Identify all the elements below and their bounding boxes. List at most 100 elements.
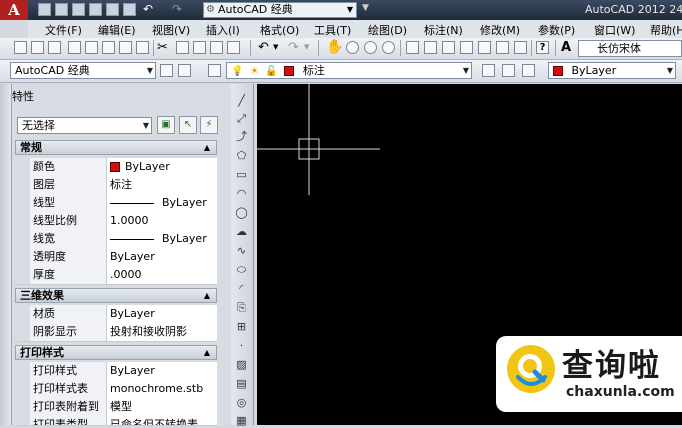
chevron-down-icon[interactable]: ▼: [304, 43, 309, 51]
text-style-combo[interactable]: 长仿宋体: [578, 40, 682, 57]
layer-previous-icon[interactable]: [502, 64, 515, 77]
redo-icon[interactable]: ↷: [172, 2, 182, 16]
pan-icon[interactable]: ✋: [326, 39, 343, 55]
make-current-layer-icon[interactable]: [482, 64, 495, 77]
property-row-plot-style[interactable]: 打印样式 ByLayer: [15, 362, 217, 381]
revision-cloud-icon[interactable]: ☁: [235, 225, 248, 238]
select-objects-icon[interactable]: ↖: [179, 116, 197, 134]
open-file-icon[interactable]: [55, 3, 68, 16]
menu-modify[interactable]: 修改(M): [480, 22, 520, 38]
paste-icon[interactable]: [193, 41, 206, 54]
menu-draw[interactable]: 绘图(D): [368, 22, 407, 38]
workspace-settings-icon[interactable]: [160, 64, 173, 77]
undo-icon[interactable]: ↶: [143, 2, 153, 16]
workspace-save-icon[interactable]: [178, 64, 191, 77]
open-icon[interactable]: [31, 41, 44, 54]
selection-dropdown[interactable]: 无选择 ▼: [17, 117, 152, 134]
menu-insert[interactable]: 插入(I): [206, 22, 240, 38]
application-menu-button[interactable]: A: [0, 0, 28, 20]
menu-dimension[interactable]: 标注(N): [424, 22, 463, 38]
menu-parametric[interactable]: 参数(P): [538, 22, 575, 38]
quick-select-icon[interactable]: ⚡: [200, 116, 218, 134]
qnew-icon[interactable]: [14, 41, 27, 54]
layer-icon[interactable]: [514, 41, 527, 54]
gradient-icon[interactable]: ▤: [235, 377, 248, 390]
properties-icon[interactable]: [406, 41, 419, 54]
region-icon[interactable]: ◎: [235, 396, 248, 409]
property-row-transparency[interactable]: 透明度 ByLayer: [15, 248, 217, 267]
section-plot-header[interactable]: 打印样式 ▲: [15, 345, 217, 360]
section-general-header[interactable]: 常规 ▲: [15, 140, 217, 155]
ellipse-icon[interactable]: ⬭: [235, 263, 248, 276]
layer-properties-icon[interactable]: [208, 64, 221, 77]
arc-icon[interactable]: ◠: [235, 187, 248, 200]
plot-icon[interactable]: [106, 3, 119, 16]
section-3d-header[interactable]: 三维效果 ▲: [15, 288, 217, 303]
construction-line-icon[interactable]: ⤢: [235, 112, 248, 125]
property-row-plot-style-table[interactable]: 打印样式表 monochrome.stb: [15, 380, 217, 399]
point-icon[interactable]: ·: [235, 339, 248, 352]
property-row-linetype-scale[interactable]: 线型比例 1.0000: [15, 212, 217, 231]
etransmit-icon[interactable]: [136, 41, 149, 54]
menu-file[interactable]: 文件(F): [45, 22, 82, 38]
rectangle-icon[interactable]: ▭: [235, 168, 248, 181]
workspace-combo[interactable]: AutoCAD 经典 ▼: [10, 62, 156, 79]
layer-combo[interactable]: 💡 ☀ 🔓 标注 ▼: [226, 62, 472, 79]
menu-view[interactable]: 视图(V): [152, 22, 190, 38]
property-row-thickness[interactable]: 厚度 .0000: [15, 266, 217, 285]
save-as-icon[interactable]: [89, 3, 102, 16]
menu-help[interactable]: 帮助(H): [650, 22, 682, 38]
3d-dwf-icon[interactable]: [119, 41, 132, 54]
cut-icon[interactable]: ✂: [157, 40, 168, 55]
text-style-icon[interactable]: A: [561, 40, 571, 55]
menu-edit[interactable]: 编辑(E): [98, 22, 136, 38]
property-row-shadow[interactable]: 阴影显示 投射和接收阴影: [15, 323, 217, 342]
zoom-window-icon[interactable]: [364, 41, 377, 54]
undo-toolbar-icon[interactable]: ↶: [258, 40, 269, 55]
hatch-icon[interactable]: ▨: [235, 358, 248, 371]
zoom-realtime-icon[interactable]: [346, 41, 359, 54]
polyline-icon[interactable]: ⤴: [235, 130, 248, 143]
customize-qat-icon[interactable]: ▼: [362, 3, 369, 13]
property-row-lineweight[interactable]: 线宽 ByLayer: [15, 230, 217, 249]
help-icon[interactable]: ?: [536, 41, 549, 54]
ellipse-arc-icon[interactable]: ◜: [235, 282, 248, 295]
table-icon[interactable]: ▦: [235, 414, 248, 427]
match-properties-icon[interactable]: [210, 41, 223, 54]
toggle-pickadd-icon[interactable]: ▣: [157, 116, 175, 134]
polygon-icon[interactable]: ⬠: [235, 149, 248, 162]
tool-palettes-icon[interactable]: [442, 41, 455, 54]
property-row-material[interactable]: 材质 ByLayer: [15, 305, 217, 324]
circle-icon[interactable]: ◯: [235, 206, 248, 219]
layer-state-icon[interactable]: [522, 64, 535, 77]
color-combo[interactable]: ByLayer ▼: [548, 62, 676, 79]
menu-window[interactable]: 窗口(W): [594, 22, 635, 38]
block-editor-icon[interactable]: [227, 41, 240, 54]
chevron-down-icon[interactable]: ▼: [273, 43, 278, 51]
workspace-dropdown[interactable]: ⚙ AutoCAD 经典 ▼: [203, 2, 357, 18]
save-toolbar-icon[interactable]: [48, 41, 61, 54]
preview-toolbar-icon[interactable]: [85, 41, 98, 54]
line-icon[interactable]: ╱: [235, 94, 248, 107]
property-row-layer[interactable]: 图层 标注: [15, 176, 217, 195]
publish-icon[interactable]: [102, 41, 115, 54]
quickcalc-icon[interactable]: [496, 41, 509, 54]
property-row-linetype[interactable]: 线型 ByLayer: [15, 194, 217, 213]
make-block-icon[interactable]: ⊞: [235, 320, 248, 333]
sheet-set-icon[interactable]: [460, 41, 473, 54]
palette-title-strip[interactable]: [0, 84, 12, 425]
zoom-previous-icon[interactable]: [382, 41, 395, 54]
insert-block-icon[interactable]: ⎘: [235, 301, 248, 314]
property-row-plot-table-attached[interactable]: 打印表附着到 模型: [15, 398, 217, 417]
plot-toolbar-icon[interactable]: [68, 41, 81, 54]
print-preview-icon[interactable]: [123, 3, 136, 16]
menu-format[interactable]: 格式(O): [260, 22, 299, 38]
redo-toolbar-icon[interactable]: ↷: [288, 40, 299, 55]
design-center-icon[interactable]: [424, 41, 437, 54]
new-file-icon[interactable]: [38, 3, 51, 16]
menu-tools[interactable]: 工具(T): [314, 22, 351, 38]
save-icon[interactable]: [72, 3, 85, 16]
property-row-color[interactable]: 颜色 ByLayer: [15, 158, 217, 177]
spline-icon[interactable]: ∿: [235, 244, 248, 257]
copy-icon[interactable]: [176, 41, 189, 54]
